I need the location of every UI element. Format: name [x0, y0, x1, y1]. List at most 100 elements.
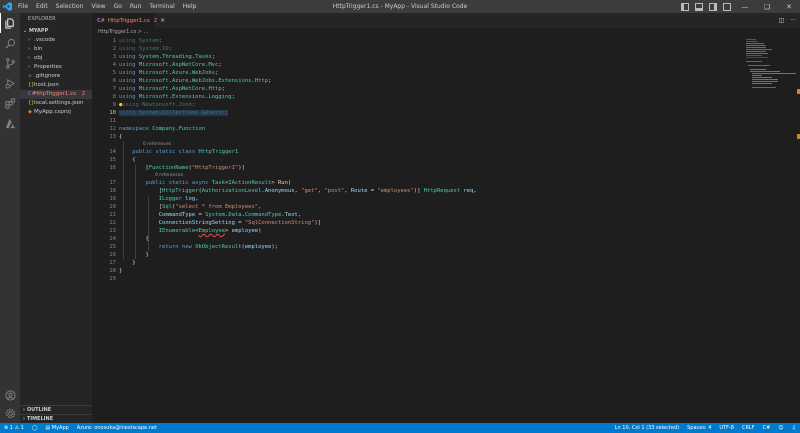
status-eol[interactable]: CRLF	[738, 423, 759, 433]
menu-go[interactable]: Go	[110, 0, 126, 13]
breadcrumb[interactable]: HttpTrigger1.cs > ...	[92, 28, 800, 37]
menu-file[interactable]: File	[14, 0, 32, 13]
explorer-icon[interactable]	[0, 13, 20, 33]
run-debug-icon[interactable]	[0, 73, 20, 93]
restore-button[interactable]: ❏	[756, 0, 778, 13]
code-line: 8 using Microsoft.Extensions.Logging;	[92, 93, 742, 101]
codelens-references[interactable]: 0 references	[155, 172, 183, 179]
code-line: 14 public static class HttpTrigger1	[92, 148, 742, 156]
tree-item-label: .gitignore	[34, 73, 61, 79]
tree-item-label: local.settings.json	[34, 100, 84, 106]
minimap-line	[752, 79, 778, 80]
menu-edit[interactable]: Edit	[32, 0, 52, 13]
status-indentation[interactable]: Spaces: 4	[683, 423, 715, 433]
minimap[interactable]	[742, 37, 800, 423]
status-feedback-icon[interactable]: ☺	[774, 423, 787, 433]
minimize-button[interactable]: —	[734, 0, 756, 13]
tree-file-csproj[interactable]: ◆ MyApp.csproj	[20, 108, 92, 117]
toggle-secondary-sidebar-icon[interactable]	[709, 2, 717, 11]
status-notifications-icon[interactable]: ♫	[788, 423, 800, 433]
project-root-header[interactable]: ⌄ MYAPP	[20, 26, 92, 36]
line-number: 27	[109, 260, 116, 266]
code-line: 11	[92, 117, 742, 125]
line-number: 1	[112, 38, 116, 44]
customize-layout-icon[interactable]	[723, 2, 731, 11]
line-number: 19	[109, 196, 116, 202]
menu-run[interactable]: Run	[126, 0, 146, 13]
line-number: 2	[112, 46, 116, 52]
minimap-line	[752, 77, 772, 78]
line-text: namespace Company.Function	[119, 126, 206, 132]
tree-file-local-settings[interactable]: {}local.settings.json	[20, 99, 92, 108]
status-sync-icon[interactable]: ◯	[28, 423, 42, 433]
status-azure-account[interactable]: Azure: onosuka@inestscape.net	[73, 423, 161, 433]
timeline-section[interactable]: › TIMELINE	[20, 414, 92, 423]
line-text: using Microsoft.AspNetCore.Http;	[119, 86, 225, 92]
azure-icon[interactable]	[0, 113, 20, 133]
menu-terminal[interactable]: Terminal	[145, 0, 178, 13]
code-line: 2 using System.IO;	[92, 45, 742, 53]
tree-folder-properties[interactable]: › Properties	[20, 63, 92, 72]
error-count-badge: 2	[81, 91, 85, 97]
account-icon[interactable]	[0, 385, 20, 405]
menu-selection[interactable]: Selection	[52, 0, 88, 13]
line-text: IEnumerable<Employee> employee)	[158, 228, 262, 234]
minimap-line	[746, 51, 766, 52]
source-control-icon[interactable]	[0, 53, 20, 73]
line-number: 7	[112, 86, 116, 92]
tree-folder-obj[interactable]: › obj	[20, 54, 92, 63]
status-right: Ln 10, Col 1 (33 selected) Spaces: 4 UTF…	[611, 423, 800, 433]
line-number: 23	[109, 228, 116, 234]
code-line: 9 ●using Newtonsoft.Json;	[92, 101, 742, 109]
line-number: 29	[109, 276, 116, 282]
line-text: using System.Threading.Tasks;	[119, 54, 216, 60]
line-number: 8	[112, 94, 116, 100]
toggle-sidebar-icon[interactable]	[681, 2, 689, 11]
codelens-references[interactable]: 0 references	[143, 141, 171, 148]
status-language[interactable]: C#	[759, 423, 775, 433]
minimap-line	[746, 43, 764, 44]
status-problems[interactable]: ⊗ 1 ⚠ 1	[0, 423, 28, 433]
outline-label: OUTLINE	[26, 407, 52, 413]
minimap-line	[752, 81, 778, 82]
tree-folder-bin[interactable]: › bin	[20, 45, 92, 54]
code-editor[interactable]: 1 using System; 2 using System.IO; 3 using …	[92, 37, 742, 423]
status-project-label: MyApp	[51, 425, 69, 431]
minimap-line	[746, 53, 768, 54]
tree-folder-vscode[interactable]: › .vscode	[20, 36, 92, 45]
tree-file-httptrigger1[interactable]: C#HttpTrigger1.cs 2	[20, 90, 92, 99]
code-line: 19 ILogger log,	[92, 195, 742, 203]
code-line: 20 [Sql("select * from Employees",	[92, 203, 742, 211]
line-number: 10	[109, 110, 116, 116]
code-line: 6 using Microsoft.Azure.WebJobs.Extension…	[92, 77, 742, 85]
activity-bar	[0, 13, 20, 423]
split-editor-icon[interactable]: ◫	[779, 17, 785, 24]
toggle-panel-icon[interactable]	[695, 2, 703, 11]
line-text: using Microsoft.Azure.WebJobs;	[119, 70, 219, 76]
code-line: 17 public static async Task<IActionResul…	[92, 179, 742, 187]
minimap-line	[752, 87, 776, 88]
line-number: 18	[109, 188, 116, 194]
project-root-label: MYAPP	[28, 28, 49, 34]
status-project[interactable]: ▤ MyApp	[41, 423, 72, 433]
tab-httptrigger1[interactable]: C# HttpTrigger1.cs 2 ×	[92, 13, 165, 28]
line-text: return new OkObjectResult(employee);	[158, 244, 278, 250]
outline-section[interactable]: › OUTLINE	[20, 405, 92, 414]
settings-gear-icon[interactable]	[0, 403, 20, 423]
extensions-icon[interactable]	[0, 93, 20, 113]
status-cursor-position[interactable]: Ln 10, Col 1 (33 selected)	[611, 423, 683, 433]
code-line: 4 using Microsoft.AspNetCore.Mvc;	[92, 61, 742, 69]
search-icon[interactable]	[0, 33, 20, 53]
code-line: 7 using Microsoft.AspNetCore.Http;	[92, 85, 742, 93]
tree-file-gitignore[interactable]: ◆ .gitignore	[20, 72, 92, 81]
status-encoding[interactable]: UTF-8	[715, 423, 738, 433]
close-icon[interactable]: ×	[160, 17, 165, 24]
more-actions-icon[interactable]: ···	[790, 17, 796, 24]
minimap-line	[746, 57, 768, 58]
csharp-file-icon: C#	[97, 17, 105, 24]
menu-help[interactable]: Help	[179, 0, 201, 13]
menu-view[interactable]: View	[87, 0, 109, 13]
tree-file-host-json[interactable]: {}host.json	[20, 81, 92, 90]
close-window-button[interactable]: ✕	[778, 0, 800, 13]
status-left: ⊗ 1 ⚠ 1 ◯ ▤ MyApp Azure: onosuka@inestsc…	[0, 423, 161, 433]
